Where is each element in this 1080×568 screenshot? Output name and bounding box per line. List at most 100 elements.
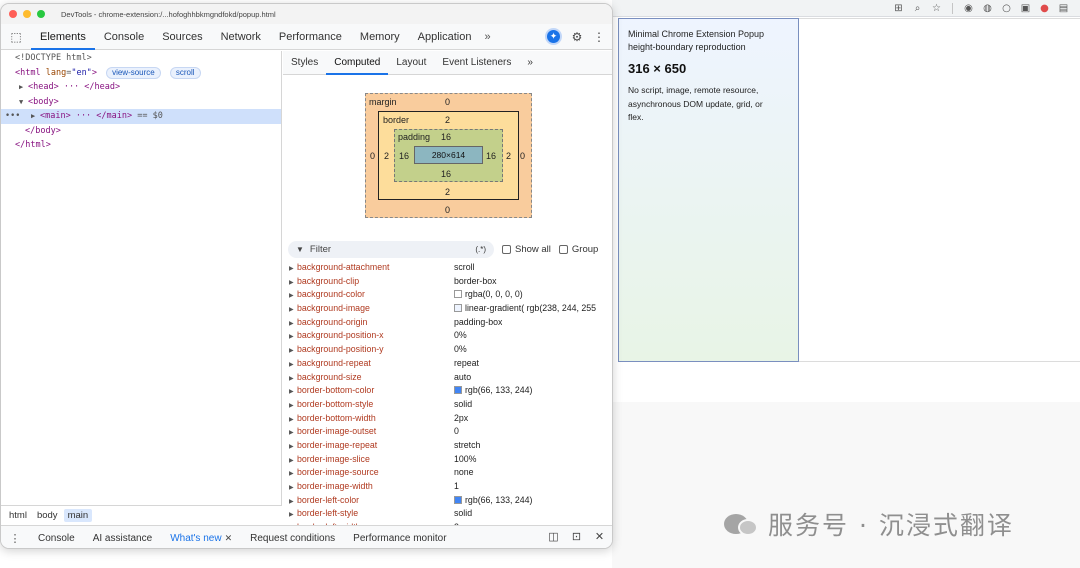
extension-icon-4[interactable]: ▣ (1019, 2, 1032, 15)
scroll-badge[interactable]: scroll (169, 66, 201, 79)
dock-side-icon[interactable]: ◫ (547, 530, 560, 543)
property-name: ▶ background-position-x (283, 329, 454, 343)
computed-property-row[interactable]: ▶ background-clip border-box (283, 275, 612, 289)
expand-caret-icon[interactable]: ▶ (31, 109, 40, 124)
padding-left-value[interactable]: 16 (399, 151, 409, 161)
drawer-tab-console[interactable]: Console (29, 526, 84, 549)
close-drawer-icon[interactable]: ✕ (593, 530, 606, 543)
color-swatch-icon[interactable] (454, 495, 462, 504)
group-box[interactable] (558, 244, 568, 254)
color-swatch-icon[interactable] (454, 304, 462, 313)
more-options-icon[interactable]: ⋮ (592, 30, 606, 44)
margin-top-value[interactable]: 0 (445, 97, 450, 107)
extension-icon-5[interactable]: ● (1038, 2, 1051, 15)
tab-application[interactable]: Application (409, 24, 481, 50)
close-tab-icon[interactable]: ✕ (225, 533, 233, 543)
close-window-button[interactable] (9, 10, 17, 18)
computed-property-row[interactable]: ▶ background-color rgba(0, 0, 0, 0) (283, 288, 612, 302)
drawer-tab-ai-assistance[interactable]: AI assistance (84, 526, 161, 549)
margin-left-value[interactable]: 0 (370, 151, 375, 161)
browser-toolbar: ⊞ ⌕ ☆ ◉ ◍ ○ ▣ ● ▤ (612, 0, 1080, 17)
bookmark-star-icon[interactable]: ☆ (930, 2, 943, 15)
drawer-menu-icon[interactable]: ⋮ (1, 532, 29, 545)
computed-property-row[interactable]: ▶ background-attachment scroll (283, 261, 612, 275)
translate-icon[interactable]: ⊞ (892, 2, 905, 15)
more-tabs-icon[interactable]: » (480, 31, 494, 43)
computed-property-row[interactable]: ▶ background-position-y 0% (283, 343, 612, 357)
drawer-tab-performance-monitor[interactable]: Performance monitor (344, 526, 455, 549)
tab-layout[interactable]: Layout (388, 51, 434, 75)
breadcrumb-main[interactable]: main (63, 508, 93, 522)
undock-drawer-icon[interactable]: ⊡ (570, 530, 583, 543)
computed-property-row[interactable]: ▶ background-repeat repeat (283, 357, 612, 371)
box-model-content[interactable]: 280×614 (414, 146, 483, 164)
drawer-tab-request-conditions[interactable]: Request conditions (241, 526, 344, 549)
more-subtabs-icon[interactable]: » (519, 51, 541, 75)
tab-performance[interactable]: Performance (270, 24, 351, 50)
computed-property-row[interactable]: ▶ background-size auto (283, 371, 612, 385)
inspect-element-icon[interactable]: ⬚ (1, 24, 31, 50)
collapse-caret-icon[interactable]: ▼ (19, 95, 28, 110)
view-source-badge[interactable]: view-source (106, 66, 161, 79)
show-all-box[interactable] (502, 244, 511, 254)
padding-bottom-value[interactable]: 16 (441, 169, 451, 179)
dom-node-doctype[interactable]: <!DOCTYPE html> (1, 51, 281, 66)
show-all-checkbox[interactable]: Show all (502, 244, 551, 255)
computed-property-row[interactable]: ▶ background-position-x 0% (283, 329, 612, 343)
tab-network[interactable]: Network (212, 24, 270, 50)
computed-property-row[interactable]: ▶ background-image linear-gradient( rgb(23… (283, 302, 612, 316)
computed-property-row[interactable]: ▶ background-origin padding-box (283, 316, 612, 330)
extension-icon-1[interactable]: ◉ (962, 2, 975, 15)
zoom-window-button[interactable] (37, 10, 45, 18)
computed-property-row[interactable]: ▶ border-image-outset 0 (283, 425, 612, 439)
color-swatch-icon[interactable] (454, 290, 462, 299)
ai-assistance-icon[interactable]: ✦ (545, 28, 562, 45)
minimize-window-button[interactable] (23, 10, 31, 18)
computed-property-row[interactable]: ▶ border-bottom-width 2px (283, 412, 612, 426)
color-swatch-icon[interactable] (454, 386, 462, 395)
border-right-value[interactable]: 2 (506, 151, 511, 161)
zoom-icon[interactable]: ⌕ (911, 2, 924, 15)
tab-event-listeners[interactable]: Event Listeners (434, 51, 519, 75)
tab-console[interactable]: Console (95, 24, 153, 50)
computed-property-row[interactable]: ▶ border-left-color rgb(66, 133, 244) (283, 494, 612, 508)
tab-elements[interactable]: Elements (31, 24, 95, 50)
dom-node-html[interactable]: <html lang="en"> view-source scroll (1, 66, 281, 81)
border-top-value[interactable]: 2 (445, 115, 450, 125)
regex-toggle[interactable]: (.*) (475, 245, 486, 254)
profile-icon[interactable]: ▤ (1057, 2, 1070, 15)
property-value: none (454, 466, 474, 480)
breadcrumb-body[interactable]: body (33, 509, 62, 522)
dom-node-body-close[interactable]: </body> (1, 124, 281, 139)
border-left-value[interactable]: 2 (384, 151, 389, 161)
margin-right-value[interactable]: 0 (520, 151, 525, 161)
computed-property-row[interactable]: ▶ border-bottom-style solid (283, 398, 612, 412)
group-checkbox[interactable]: Group (558, 244, 598, 255)
computed-property-row[interactable]: ▶ border-left-style solid (283, 507, 612, 521)
padding-right-value[interactable]: 16 (486, 151, 496, 161)
expand-caret-icon[interactable]: ▶ (19, 80, 28, 95)
padding-top-value[interactable]: 16 (441, 132, 451, 142)
tab-sources[interactable]: Sources (153, 24, 211, 50)
extension-icon-3[interactable]: ○ (1000, 2, 1013, 15)
border-bottom-value[interactable]: 2 (445, 187, 450, 197)
tab-styles[interactable]: Styles (283, 51, 326, 75)
tab-memory[interactable]: Memory (351, 24, 409, 50)
computed-property-row[interactable]: ▶ border-image-slice 100% (283, 453, 612, 467)
dom-node-main[interactable]: ••• ▶ <main> ··· </main> == $0 (1, 109, 281, 124)
computed-property-row[interactable]: ▶ border-image-repeat stretch (283, 439, 612, 453)
computed-property-row[interactable]: ▶ border-bottom-color rgb(66, 133, 244) (283, 384, 612, 398)
tab-computed[interactable]: Computed (326, 51, 389, 75)
row-actions-icon[interactable]: ••• (5, 109, 31, 124)
settings-gear-icon[interactable]: ⚙ (570, 30, 584, 44)
filter-input[interactable]: ▼ Filter (.*) (288, 240, 494, 258)
dom-node-body[interactable]: ▼ <body> (1, 95, 281, 110)
breadcrumb-html[interactable]: html (5, 509, 31, 522)
extension-icon-2[interactable]: ◍ (981, 2, 994, 15)
computed-property-row[interactable]: ▶ border-image-source none (283, 466, 612, 480)
dom-node-html-close[interactable]: </html> (1, 138, 281, 153)
drawer-tab-whats-new[interactable]: What's new ✕ (161, 526, 241, 549)
dom-node-head[interactable]: ▶ <head> ··· </head> (1, 80, 281, 95)
computed-property-row[interactable]: ▶ border-image-width 1 (283, 480, 612, 494)
margin-bottom-value[interactable]: 0 (445, 205, 450, 215)
